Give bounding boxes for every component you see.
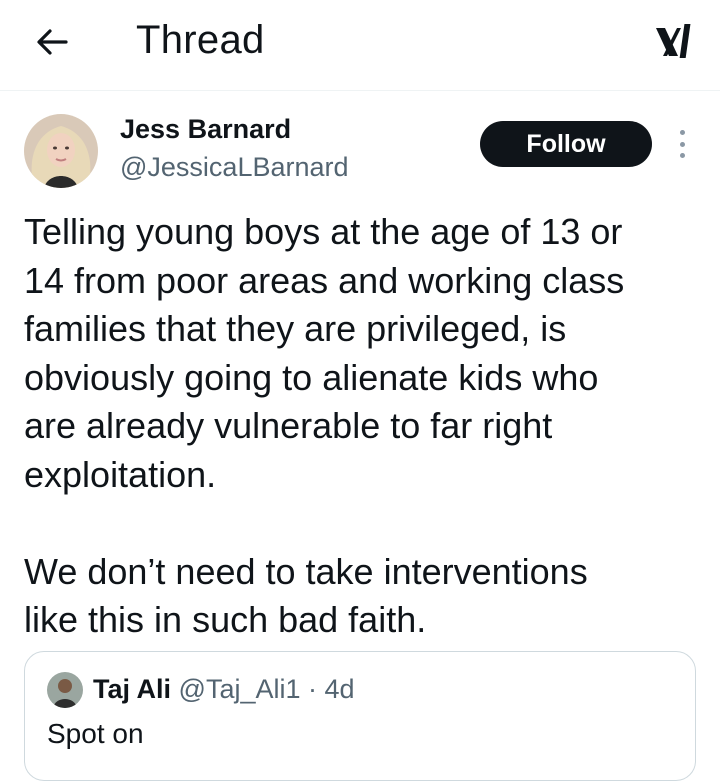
quoted-post[interactable]: Taj Ali @Taj_Ali1 · 4d Spot on bbox=[24, 651, 696, 781]
quoted-time: 4d bbox=[324, 674, 355, 704]
quoted-text: Spot on bbox=[47, 718, 144, 749]
arrow-left-icon bbox=[37, 29, 68, 55]
follow-button[interactable]: Follow bbox=[480, 121, 652, 167]
dot bbox=[679, 141, 685, 147]
quoted-avatar bbox=[47, 672, 83, 708]
separator: · bbox=[308, 674, 318, 704]
dot bbox=[679, 153, 685, 158]
more-options-icon[interactable] bbox=[674, 130, 690, 158]
back-button[interactable] bbox=[32, 22, 72, 62]
page-title: Thread bbox=[136, 18, 265, 62]
quoted-author-handle: @Taj_Ali1 bbox=[178, 674, 301, 704]
post-text: Telling young boys at the age of 13 or 1… bbox=[24, 211, 625, 640]
avatar[interactable] bbox=[24, 114, 98, 188]
author-handle[interactable]: @JessicaLBarnard bbox=[120, 152, 349, 183]
top-bar: Thread bbox=[0, 0, 720, 91]
quoted-author-name: Taj Ali bbox=[93, 674, 172, 704]
x-logo-icon[interactable] bbox=[652, 20, 696, 64]
author-name[interactable]: Jess Barnard bbox=[120, 114, 291, 145]
dot bbox=[679, 130, 685, 135]
quoted-meta: Taj Ali @Taj_Ali1 · 4d bbox=[93, 674, 355, 705]
